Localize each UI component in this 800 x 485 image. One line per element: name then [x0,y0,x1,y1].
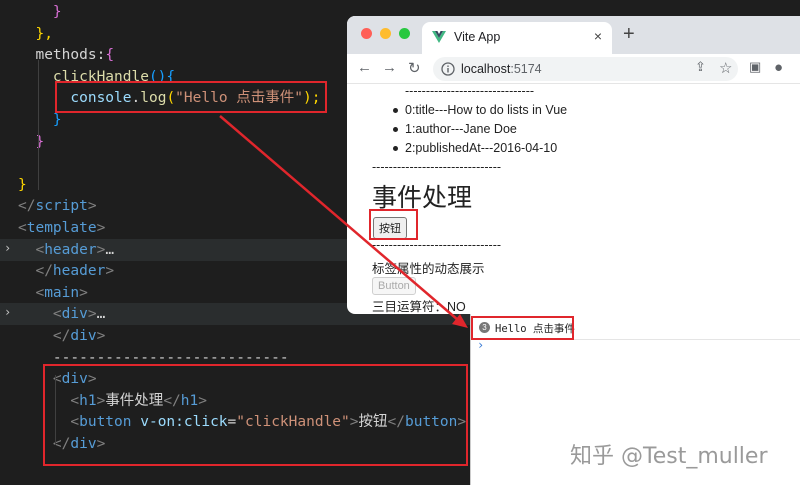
list-bullet [393,108,398,113]
minimize-window-icon[interactable] [380,28,391,39]
highlight-console-output [471,316,574,340]
code-token: > [87,198,97,215]
code-token: < [18,306,62,323]
info-icon[interactable] [441,62,455,76]
browser-window: Vite App × + ← → ↻ localhost:5174 ⇪ ☆ ▣ … [347,16,800,314]
code-token: methods: [18,47,106,64]
watermark: 知乎 @Test_muller [570,444,768,469]
console-prompt-icon[interactable]: › [477,338,484,352]
bookmark-star-icon[interactable]: ☆ [719,59,732,77]
code-token: header [52,263,106,280]
back-icon[interactable]: ← [357,59,372,76]
code-token: > [105,263,115,280]
url-text: localhost:5174 [461,62,542,76]
code-token: </ [18,198,36,215]
divider: ------------------------------- [405,84,535,98]
new-tab-icon[interactable]: + [623,23,635,46]
fold-chevron-icon[interactable]: › [4,305,11,319]
list-bullet [393,146,398,151]
code-token: div [70,328,97,344]
code-token: > [96,220,106,236]
browser-tab[interactable]: Vite App × [422,22,612,54]
code-token: > [96,328,106,344]
page-content: ------------------------------- 0:title-… [347,84,800,314]
attr-text: 标签属性的动态展示 [372,262,485,276]
code-token: < [18,220,27,236]
code-token: } [18,176,27,193]
address-bar[interactable]: localhost:5174 [433,57,738,81]
list-bullet [393,127,398,132]
browser-toolbar: ← → ↻ localhost:5174 ⇪ ☆ ▣ ● [347,54,800,84]
code-token: header [44,241,97,258]
profile-icon[interactable]: ● [774,59,783,76]
code-token: } [18,133,45,150]
highlight-template-div [43,364,468,466]
ternary-text: 三目运算符：NO [372,300,466,314]
fold-chevron-icon[interactable]: › [4,241,11,255]
disabled-button[interactable]: Button [372,277,416,295]
browser-titlebar: Vite App × + [347,16,800,54]
code-token: < [18,241,45,258]
reload-icon[interactable]: ↻ [408,59,421,77]
code-line[interactable]: </div> [0,325,470,347]
code-token: } [18,4,62,20]
list-item: 0:title---How to do lists in Vue [405,103,568,117]
tab-title: Vite App [454,30,501,44]
list-item: 1:author---Jane Doe [405,122,517,136]
sidebar-icon[interactable]: ▣ [749,59,761,75]
divider: ------------------------------- [372,160,502,174]
url-host: localhost [461,62,511,76]
forward-icon[interactable]: → [382,59,397,76]
code-token: }, [18,25,53,42]
code-token: < [18,284,45,301]
maximize-window-icon[interactable] [399,28,410,39]
code-token: > [87,306,97,323]
code-token: > [79,284,88,301]
tab-close-icon[interactable]: × [594,28,602,44]
list-item: 2:publishedAt---2016-04-10 [405,141,558,155]
highlight-button [369,209,418,240]
vue-logo-icon [432,31,446,43]
url-port: :5174 [510,62,542,76]
share-icon[interactable]: ⇪ [695,59,706,75]
code-token: … [96,306,106,323]
code-token: { [105,47,115,64]
code-token: main [44,284,80,301]
close-window-icon[interactable] [361,28,372,39]
indent-guide [38,60,39,190]
code-token: template [26,220,97,236]
code-token: </ [18,263,53,280]
code-token: } [18,112,62,128]
code-token: … [105,241,115,258]
divider: ------------------------------- [372,238,502,252]
code-token: script [35,198,88,215]
code-token: </ [18,328,71,344]
code-token: div [61,306,88,323]
highlight-console-log [55,81,327,113]
